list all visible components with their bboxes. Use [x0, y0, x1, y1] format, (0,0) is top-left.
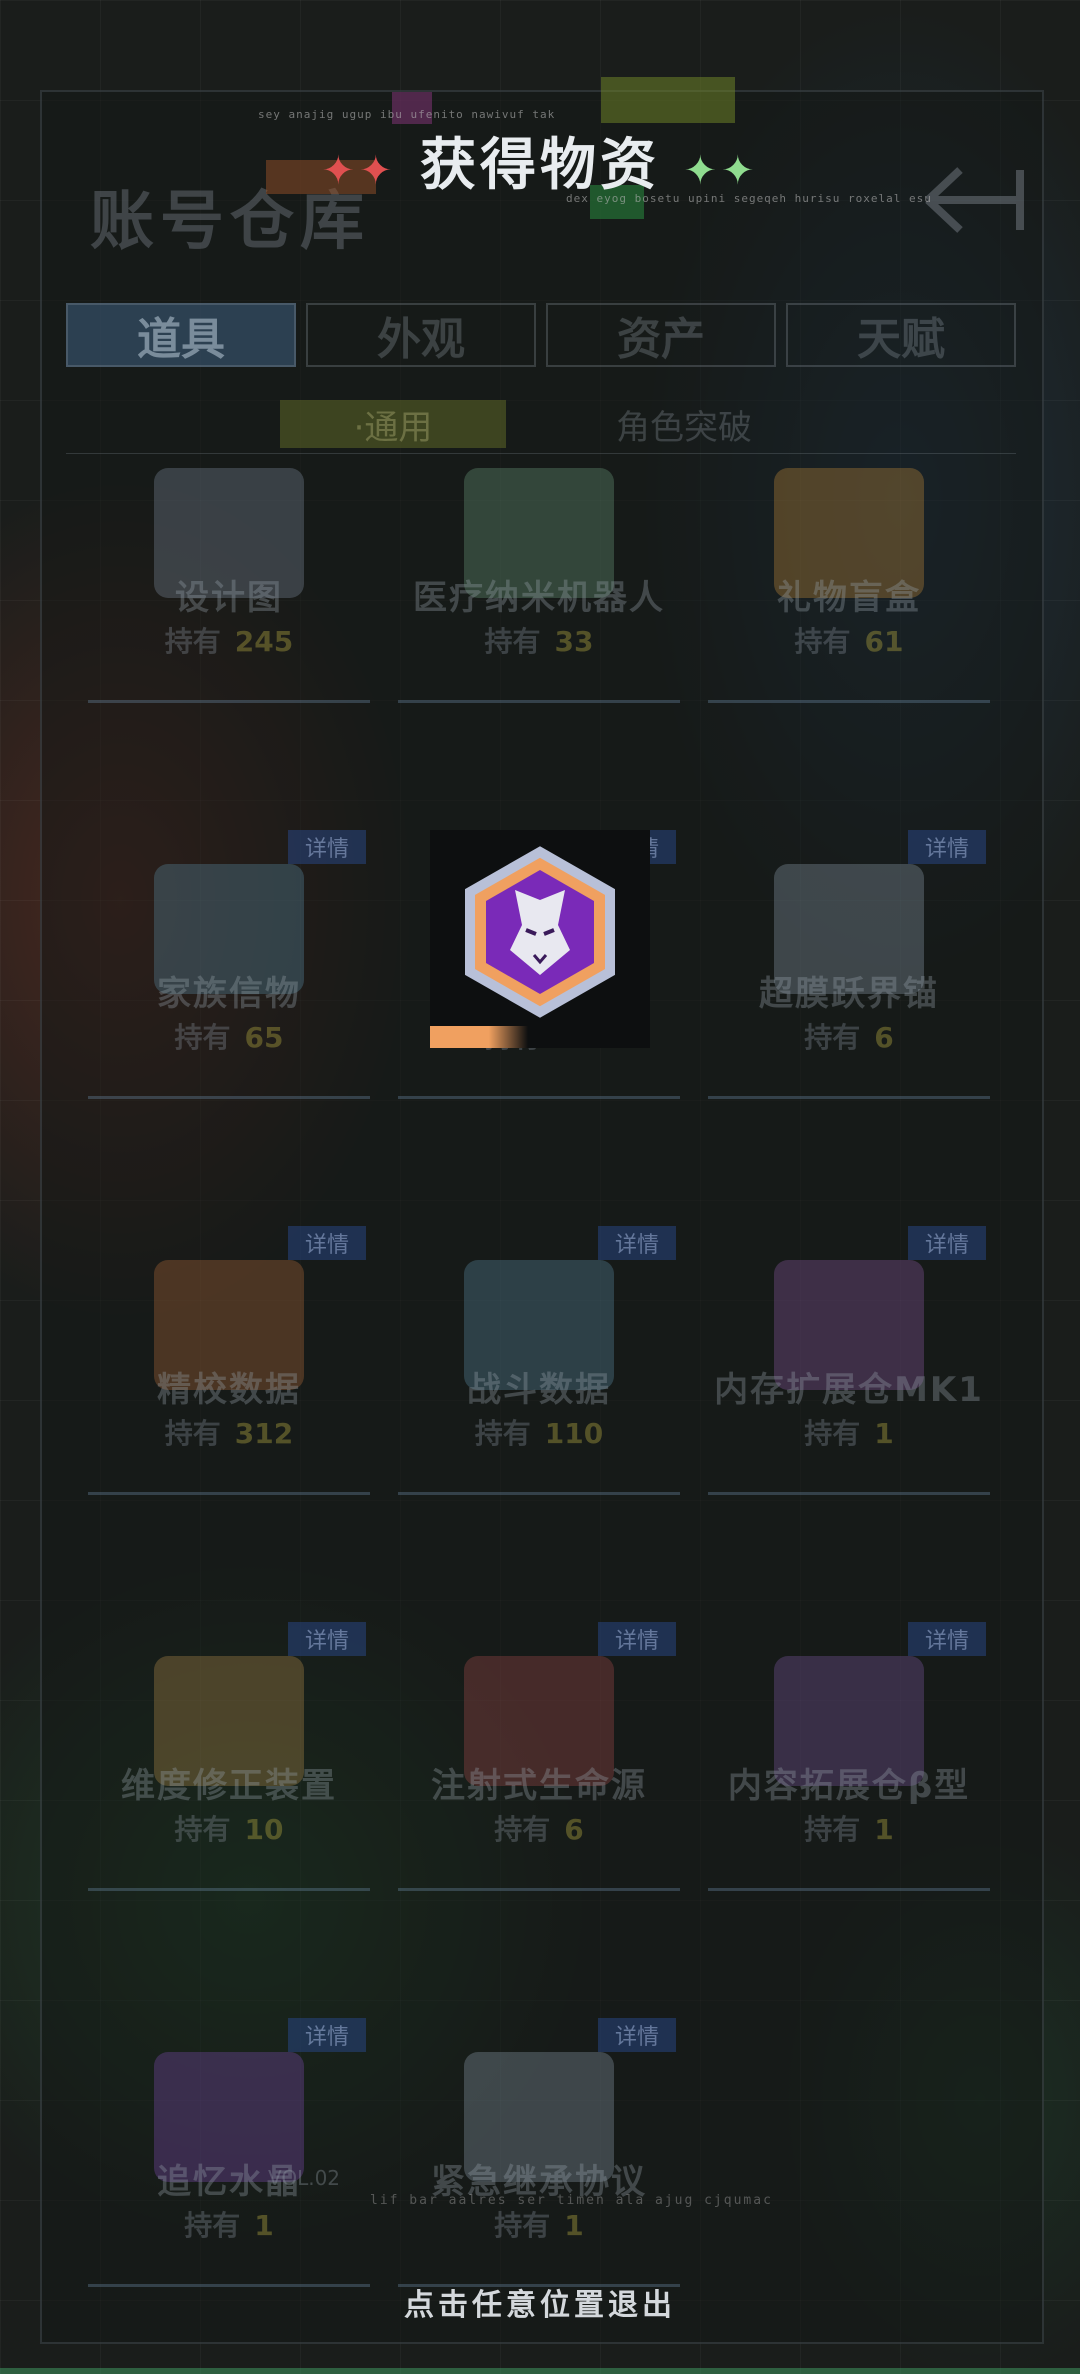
item-name: 内存扩展仓MK1: [714, 1370, 984, 1410]
reward-title: ✦✦ 获得物资 ✦✦: [0, 120, 1080, 201]
tab-appearance: 外观: [306, 303, 536, 367]
item-name: 精校数据: [157, 1370, 301, 1410]
owned-count: 1: [564, 2209, 584, 2242]
owned-count: 1: [254, 2209, 274, 2242]
item-owned: 持有 1: [88, 2204, 370, 2244]
wolf-badge-icon: [465, 846, 615, 1018]
detail-button[interactable]: 详情: [598, 2018, 676, 2052]
owned-count: 6: [564, 1813, 584, 1846]
item-card[interactable]: 详情家族信物持有 65: [88, 826, 370, 1099]
item-owned: 持有 6: [398, 1808, 680, 1848]
item-owned: 持有 33: [398, 620, 680, 660]
detail-button[interactable]: 详情: [598, 1226, 676, 1260]
owned-count: 33: [554, 625, 594, 658]
owned-label: 持有: [484, 625, 541, 658]
owned-label: 持有: [474, 1417, 531, 1450]
reward-stripe: [430, 1026, 528, 1048]
owned-count: 61: [864, 625, 904, 658]
owned-count: 10: [244, 1813, 284, 1846]
item-card[interactable]: 设计图持有 245: [88, 430, 370, 703]
item-name: 维度修正装置: [121, 1766, 337, 1806]
item-owned: 持有 65: [88, 1016, 370, 1056]
owned-label: 持有: [804, 1021, 861, 1054]
owned-label: 持有: [164, 1417, 221, 1450]
item-card[interactable]: 详情注射式生命源持有 6: [398, 1618, 680, 1891]
owned-count: 65: [244, 1021, 284, 1054]
item-owned: 持有 10: [88, 1808, 370, 1848]
item-card[interactable]: 详情内容拓展仓β型持有 1: [708, 1618, 990, 1891]
item-name: 战斗数据: [467, 1370, 611, 1410]
item-card[interactable]: 医疗纳米机器人持有 33: [398, 430, 680, 703]
owned-count: 6: [874, 1021, 894, 1054]
tab-assets: 资产: [546, 303, 776, 367]
owned-label: 持有: [174, 1813, 231, 1846]
reward-item: [430, 830, 650, 1048]
item-version: VOL.02: [268, 2166, 341, 2190]
deco-text: dex eyog bosetu upini segeqeh hurisu rox…: [566, 192, 932, 205]
tap-to-exit-hint[interactable]: 点击任意位置退出: [0, 2280, 1080, 2324]
owned-label: 持有: [494, 1813, 551, 1846]
item-name: 医疗纳米机器人: [413, 578, 665, 618]
detail-button[interactable]: 详情: [908, 1622, 986, 1656]
item-owned: 持有 1: [708, 1412, 990, 1452]
item-card[interactable]: 详情超膜跃界锚持有 6: [708, 826, 990, 1099]
item-card[interactable]: 详情维度修正装置持有 10: [88, 1618, 370, 1891]
tab-items: 道具: [66, 303, 296, 367]
item-owned: 持有 61: [708, 620, 990, 660]
owned-label: 持有: [804, 1417, 861, 1450]
detail-button[interactable]: 详情: [598, 1622, 676, 1656]
owned-label: 持有: [174, 1021, 231, 1054]
owned-count: 1: [874, 1417, 894, 1450]
item-card[interactable]: 详情 追忆水晶 持有 1 VOL.02: [88, 2014, 370, 2287]
owned-count: 312: [234, 1417, 294, 1450]
detail-button[interactable]: 详情: [288, 1226, 366, 1260]
owned-label: 持有: [494, 2209, 551, 2242]
detail-button[interactable]: 详情: [908, 1226, 986, 1260]
category-tabs: 道具 外观 资产 天赋: [66, 303, 1016, 367]
item-card[interactable]: 详情精校数据持有 312: [88, 1222, 370, 1495]
reward-title-text: 获得物资: [420, 133, 660, 198]
owned-count: 1: [874, 1813, 894, 1846]
item-owned: 持有 245: [88, 620, 370, 660]
detail-button[interactable]: 详情: [908, 830, 986, 864]
item-owned: 持有 110: [398, 1412, 680, 1452]
item-name: 超膜跃界锚: [759, 974, 939, 1014]
owned-count: 245: [234, 625, 294, 658]
item-owned: 持有 6: [708, 1016, 990, 1056]
owned-label: 持有: [794, 625, 851, 658]
detail-button[interactable]: 详情: [288, 830, 366, 864]
item-card[interactable]: 详情内存扩展仓MK1 持有 1: [708, 1222, 990, 1495]
item-name: 家族信物: [157, 974, 301, 1014]
tab-talent: 天赋: [786, 303, 1016, 367]
item-card[interactable]: 礼物盲盒持有 61: [708, 430, 990, 703]
item-name: 设计图: [175, 578, 283, 618]
owned-label: 持有: [804, 1813, 861, 1846]
item-name: 内容拓展仓β型: [727, 1766, 971, 1806]
item-card[interactable]: 详情 紧急继承协议 持有 1: [398, 2014, 680, 2287]
owned-count: 110: [544, 1417, 604, 1450]
owned-label: 持有: [184, 2209, 241, 2242]
deco-text: lif bar aalres ser timen ala ajug cjquma…: [370, 2193, 773, 2208]
item-owned: 持有 1: [708, 1808, 990, 1848]
item-owned: 持有 1: [398, 2204, 680, 2244]
item-name: 礼物盲盒: [777, 578, 921, 618]
deco-block: [601, 77, 735, 123]
item-owned: 持有 312: [88, 1412, 370, 1452]
bottom-edge: [0, 2368, 1080, 2374]
sparkle-icon: ✦✦: [683, 148, 759, 194]
sparkle-icon: ✦✦: [321, 148, 397, 194]
detail-button[interactable]: 详情: [288, 2018, 366, 2052]
item-name: 注射式生命源: [431, 1766, 647, 1806]
detail-button[interactable]: 详情: [288, 1622, 366, 1656]
item-card[interactable]: 详情战斗数据持有 110: [398, 1222, 680, 1495]
owned-label: 持有: [164, 625, 221, 658]
